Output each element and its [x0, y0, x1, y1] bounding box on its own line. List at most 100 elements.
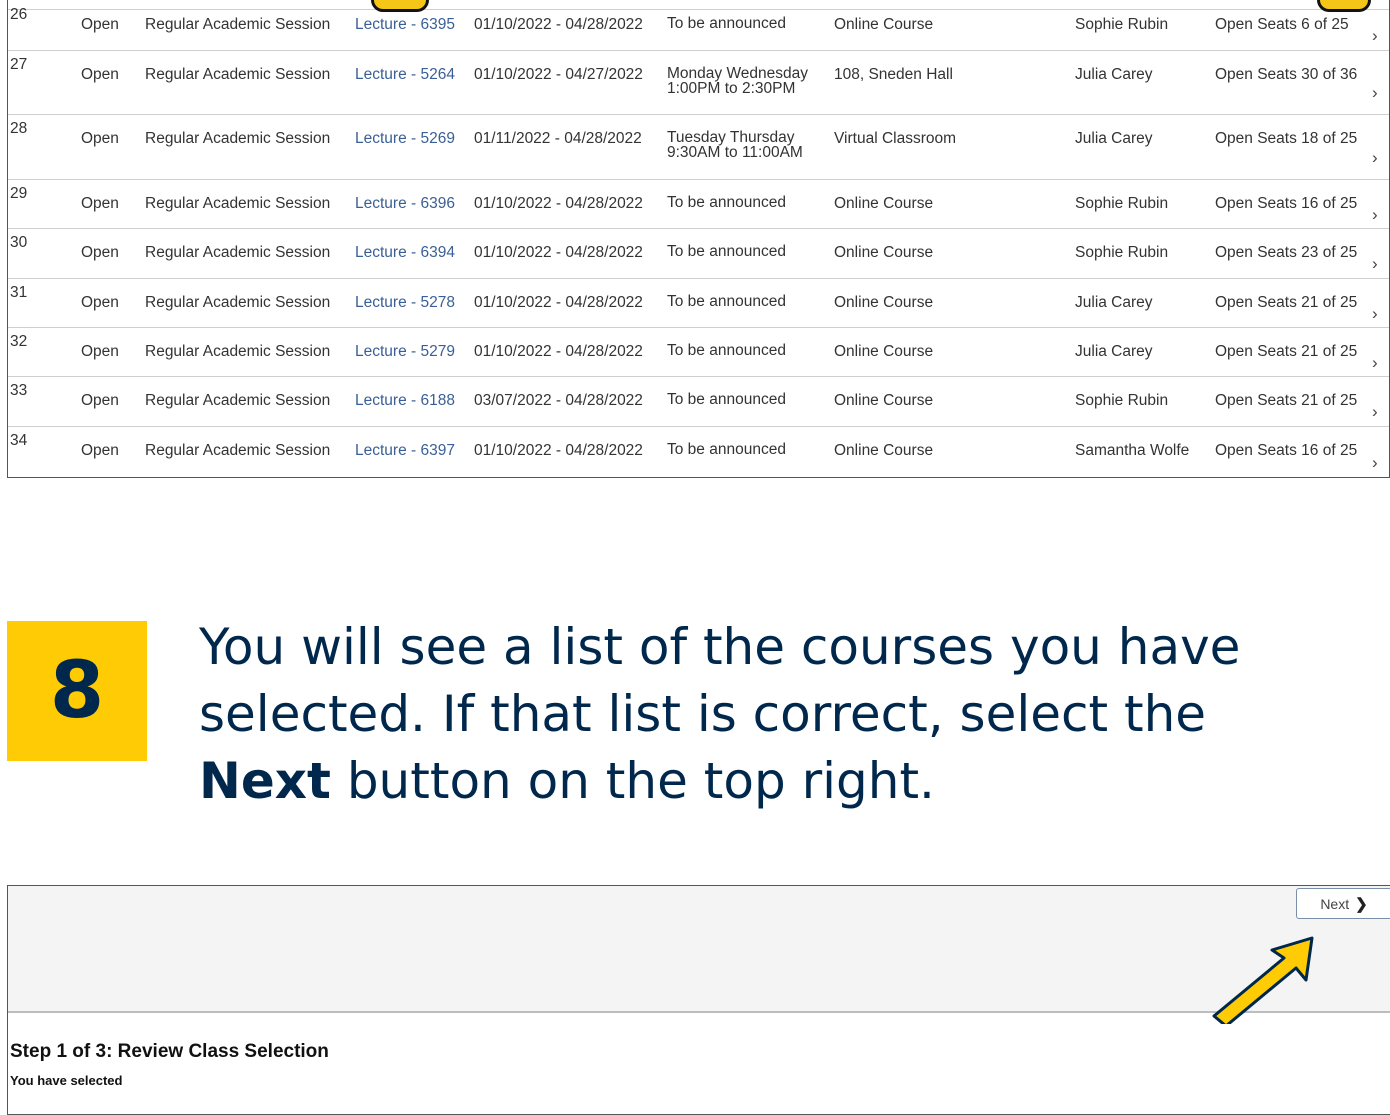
class-instructor: Julia Carey: [1075, 294, 1153, 311]
pointer-arrow-icon: [1212, 936, 1314, 1024]
class-meeting-time: To be announced: [667, 243, 786, 260]
table-row[interactable]: 27 Open Regular Academic Session Lecture - …: [8, 50, 1389, 115]
class-meeting-time: To be announced: [667, 194, 786, 211]
table-row[interactable]: 30 Open Regular Academic Session Lecture - …: [8, 228, 1389, 279]
next-button[interactable]: Next ❯: [1296, 888, 1390, 919]
class-instructor: Sophie Rubin: [1075, 244, 1169, 261]
class-instructor: Sophie Rubin: [1075, 195, 1169, 212]
class-section-link[interactable]: Lecture - 5264: [355, 66, 455, 83]
class-status: Open: [81, 130, 119, 147]
class-session: Regular Academic Session: [145, 16, 331, 33]
class-room: 108, Sneden Hall: [834, 66, 953, 83]
table-row[interactable]: 32 Open Regular Academic Session Lecture - …: [8, 327, 1389, 377]
meeting-time-line: 1:00PM to 2:30PM: [667, 80, 796, 97]
meeting-time-line: Tuesday Thursday: [667, 129, 795, 146]
class-session: Regular Academic Session: [145, 195, 331, 212]
selected-classes-label: You have selected: [10, 1073, 123, 1088]
class-meeting-time: Tuesday Thursday 9:30AM to 11:00AM: [667, 129, 803, 161]
class-seats: Open Seats 21 of 25: [1215, 343, 1358, 360]
table-row[interactable]: 29 Open Regular Academic Session Lecture - …: [8, 179, 1389, 229]
class-session: Regular Academic Session: [145, 130, 331, 147]
row-number: 31: [10, 284, 28, 301]
class-meeting-time: Monday Wednesday 1:00PM to 2:30PM: [667, 65, 809, 97]
chevron-right-icon[interactable]: ›: [1372, 27, 1378, 44]
class-section-link[interactable]: Lecture - 6395: [355, 16, 455, 33]
class-meeting-time: To be announced: [667, 342, 786, 359]
class-session: Regular Academic Session: [145, 442, 331, 459]
meeting-time-line: To be announced: [667, 15, 786, 32]
class-room: Online Course: [834, 392, 934, 409]
meeting-time-line: To be announced: [667, 441, 786, 458]
class-session: Regular Academic Session: [145, 294, 331, 311]
meeting-time-line: 9:30AM to 11:00AM: [667, 144, 803, 161]
enrollment-panel: Next ❯ Step 1 of 3: Review Class Selecti…: [7, 885, 1390, 1115]
row-number: 28: [10, 120, 28, 137]
enrollment-header-bar: Next ❯: [8, 886, 1390, 1024]
class-seats: Open Seats 21 of 25: [1215, 392, 1358, 409]
class-status: Open: [81, 16, 119, 33]
table-row[interactable]: 26 Open Regular Academic Session Lecture - …: [8, 0, 1389, 51]
class-dates: 01/10/2022 - 04/28/2022: [474, 195, 643, 212]
table-row[interactable]: 34 Open Regular Academic Session Lecture - …: [8, 426, 1389, 478]
chevron-right-icon[interactable]: ›: [1372, 354, 1378, 371]
chevron-right-icon[interactable]: ›: [1372, 454, 1378, 471]
meeting-time-line: To be announced: [667, 194, 786, 211]
class-dates: 03/07/2022 - 04/28/2022: [474, 392, 643, 409]
class-session: Regular Academic Session: [145, 392, 331, 409]
class-status: Open: [81, 66, 119, 83]
class-status: Open: [81, 442, 119, 459]
class-dates: 01/10/2022 - 04/27/2022: [474, 66, 643, 83]
chevron-right-icon[interactable]: ›: [1372, 206, 1378, 223]
table-row[interactable]: 31 Open Regular Academic Session Lecture - …: [8, 278, 1389, 328]
class-session: Regular Academic Session: [145, 343, 331, 360]
class-session: Regular Academic Session: [145, 244, 331, 261]
class-dates: 01/10/2022 - 04/28/2022: [474, 294, 643, 311]
chevron-right-icon[interactable]: ›: [1372, 305, 1378, 322]
class-dates: 01/11/2022 - 04/28/2022: [474, 130, 642, 147]
class-dates: 01/10/2022 - 04/28/2022: [474, 16, 643, 33]
class-section-link[interactable]: Lecture - 5269: [355, 130, 455, 147]
class-status: Open: [81, 294, 119, 311]
chevron-right-icon: ❯: [1355, 895, 1368, 913]
class-section-link[interactable]: Lecture - 5279: [355, 343, 455, 360]
table-row[interactable]: 28 Open Regular Academic Session Lecture - …: [8, 114, 1389, 180]
class-room: Virtual Classroom: [834, 130, 957, 147]
class-meeting-time: To be announced: [667, 15, 786, 32]
meeting-time-line: To be announced: [667, 243, 786, 260]
class-section-link[interactable]: Lecture - 6396: [355, 195, 455, 212]
class-dates: 01/10/2022 - 04/28/2022: [474, 343, 643, 360]
class-room: Online Course: [834, 244, 934, 261]
instruction-emphasis: Next: [199, 752, 331, 810]
class-seats: Open Seats 6 of 25: [1215, 16, 1349, 33]
class-instructor: Julia Carey: [1075, 66, 1153, 83]
instruction-text-end: button on the top right.: [330, 752, 935, 810]
class-instructor: Sophie Rubin: [1075, 392, 1169, 409]
class-meeting-time: To be announced: [667, 294, 786, 310]
class-instructor: Julia Carey: [1075, 343, 1153, 360]
class-room: Online Course: [834, 16, 934, 33]
class-section-link[interactable]: Lecture - 6397: [355, 442, 455, 459]
class-session: Regular Academic Session: [145, 66, 331, 83]
meeting-time-line: To be announced: [667, 391, 786, 408]
class-section-link[interactable]: Lecture - 6188: [355, 392, 455, 409]
meeting-time-line: To be announced: [667, 342, 786, 359]
chevron-right-icon[interactable]: ›: [1372, 403, 1378, 420]
class-instructor: Samantha Wolfe: [1075, 442, 1190, 459]
meeting-time-line: Monday Wednesday: [667, 65, 809, 82]
class-status: Open: [81, 244, 119, 261]
class-room: Online Course: [834, 294, 934, 311]
table-row[interactable]: 33 Open Regular Academic Session Lecture - …: [8, 376, 1389, 427]
row-number: 29: [10, 185, 28, 202]
chevron-right-icon[interactable]: ›: [1372, 149, 1378, 166]
class-status: Open: [81, 343, 119, 360]
class-section-link[interactable]: Lecture - 6394: [355, 244, 455, 261]
class-status: Open: [81, 392, 119, 409]
row-number: 33: [10, 382, 28, 399]
chevron-right-icon[interactable]: ›: [1372, 84, 1378, 101]
class-section-link[interactable]: Lecture - 5278: [355, 294, 455, 311]
class-room: Online Course: [834, 195, 934, 212]
class-dates: 01/10/2022 - 04/28/2022: [474, 244, 643, 261]
chevron-right-icon[interactable]: ›: [1372, 255, 1378, 272]
class-instructor: Sophie Rubin: [1075, 16, 1169, 33]
step-number: 8: [49, 646, 105, 736]
